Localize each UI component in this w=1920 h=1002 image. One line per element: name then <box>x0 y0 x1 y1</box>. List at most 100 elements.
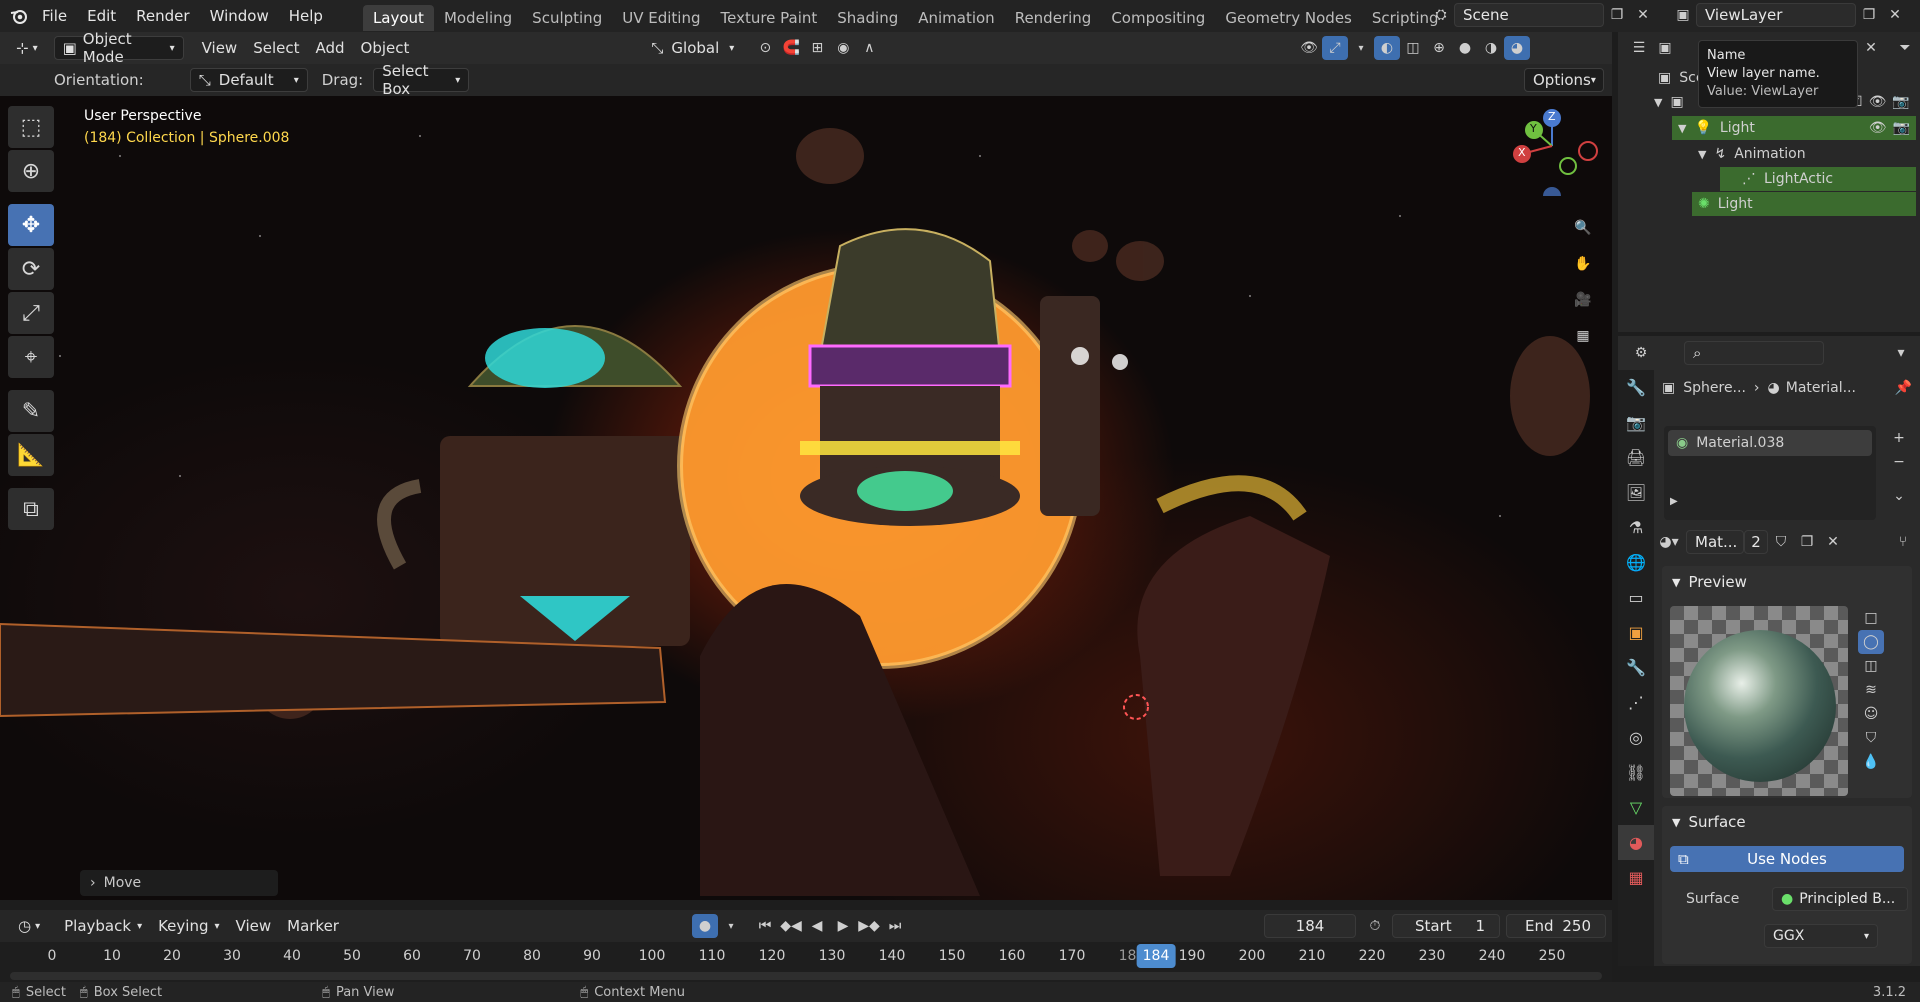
wireframe-shading-icon[interactable]: ⊕ <box>1426 36 1452 60</box>
tab-rendering[interactable]: Rendering <box>1005 5 1102 31</box>
play-reverse-icon[interactable]: ◀ <box>804 914 830 938</box>
properties-editor-icon[interactable]: ⚙ <box>1628 341 1654 365</box>
snap-icon[interactable]: 🧲 <box>778 36 804 60</box>
tab-shading[interactable]: Shading <box>827 5 908 31</box>
timeline-scrollbar[interactable] <box>10 972 1602 980</box>
transform-orientation-dropdown[interactable]: ⤡ Global ▾ <box>643 36 742 60</box>
marker-menu[interactable]: Marker <box>279 914 347 938</box>
modifier-tab-icon[interactable]: 🔧 <box>1618 650 1654 685</box>
menu-file[interactable]: File <box>32 0 77 32</box>
menu-window[interactable]: Window <box>200 0 279 32</box>
preview-sphere-icon[interactable]: ◯ <box>1858 630 1884 654</box>
world-tab-icon[interactable]: 🌐 <box>1618 545 1654 580</box>
object-menu[interactable]: Object <box>353 36 418 60</box>
xray-icon[interactable]: ◫ <box>1400 36 1426 60</box>
close-scene-icon[interactable]: ✕ <box>1630 3 1656 27</box>
view-menu[interactable]: View <box>194 36 246 60</box>
duplicate-material-icon[interactable]: ❐ <box>1794 530 1820 554</box>
mode-dropdown[interactable]: ▣ Object Mode ▾ <box>53 30 184 66</box>
unlink-material-icon[interactable]: ✕ <box>1820 530 1846 554</box>
add-slot-icon[interactable]: + <box>1886 426 1912 450</box>
solid-shading-icon[interactable]: ● <box>1452 36 1478 60</box>
stopwatch-icon[interactable]: ⏱ <box>1362 914 1388 938</box>
snap-increment-icon[interactable]: ⊞ <box>804 36 830 60</box>
properties-search-input[interactable]: ⌕ <box>1684 341 1824 365</box>
menu-edit[interactable]: Edit <box>77 0 126 32</box>
view-layer-tab-icon[interactable]: 🖼 <box>1618 475 1654 510</box>
copy-view-layer-icon[interactable]: ❐ <box>1856 3 1882 27</box>
playback-menu[interactable]: Playback ▾ <box>56 914 150 938</box>
preview-cloth-icon[interactable]: ⛉ <box>1858 726 1884 750</box>
3d-cursor[interactable] <box>1123 694 1149 720</box>
data-tab-icon[interactable]: ▽ <box>1618 790 1654 825</box>
overlay-toggle-icon[interactable]: ◐ <box>1374 36 1400 60</box>
render-icon[interactable]: 📷 <box>1893 120 1910 136</box>
eye-icon[interactable]: 👁 <box>1869 94 1887 110</box>
navigation-gizmo[interactable]: Z Y X <box>1500 96 1600 205</box>
prev-keyframe-icon[interactable]: ◆◀ <box>778 914 804 938</box>
tab-compositing[interactable]: Compositing <box>1101 5 1215 31</box>
tab-animation[interactable]: Animation <box>908 5 1004 31</box>
outliner-item-light-data[interactable]: ✺ Light <box>1692 192 1916 216</box>
jump-end-icon[interactable]: ⏭ <box>882 914 908 938</box>
pivot-point-icon[interactable]: ⊙ <box>752 36 778 60</box>
end-frame-field[interactable]: End 250 <box>1506 914 1606 938</box>
tab-sculpting[interactable]: Sculpting <box>522 5 612 31</box>
rendered-shading-icon[interactable]: ◕ <box>1504 36 1530 60</box>
tab-uv-editing[interactable]: UV Editing <box>612 5 710 31</box>
last-operator-panel[interactable]: › Move <box>80 870 278 896</box>
orientation-dropdown[interactable]: ⤡ Default ▾ <box>189 68 308 92</box>
scene-icon[interactable]: ⛭ <box>1428 3 1454 27</box>
eye-icon[interactable]: 👁 <box>1869 120 1887 136</box>
timeline-view-menu[interactable]: View <box>228 914 280 938</box>
options-dropdown[interactable]: Options ▾ <box>1524 68 1604 92</box>
add-menu[interactable]: Add <box>308 36 353 60</box>
outliner-item-animation[interactable]: ▼ ↯ Animation <box>1692 142 1916 166</box>
next-keyframe-icon[interactable]: ▶◆ <box>856 914 882 938</box>
browse-material-icon[interactable]: ◕▾ <box>1656 530 1682 554</box>
outliner-item-light[interactable]: ▼ 💡 Light 👁 📷 <box>1672 116 1916 140</box>
copy-scene-icon[interactable]: ❐ <box>1604 3 1630 27</box>
use-nodes-button[interactable]: ⧉ Use Nodes <box>1670 846 1904 872</box>
view-layer-icon[interactable]: ▣ <box>1670 3 1696 27</box>
falloff-icon[interactable]: ∧ <box>856 36 882 60</box>
menu-help[interactable]: Help <box>279 0 333 32</box>
particles-tab-icon[interactable]: ⋰ <box>1618 685 1654 720</box>
close-icon[interactable]: ✕ <box>1858 36 1884 60</box>
timeline-editor-type[interactable]: ◷ ▾ <box>10 914 48 938</box>
preview-flat-icon[interactable]: □ <box>1858 606 1884 630</box>
menu-render[interactable]: Render <box>126 0 199 32</box>
playhead-indicator[interactable]: 184 <box>1136 944 1176 968</box>
chevron-down-icon[interactable]: ▾ <box>1888 341 1914 365</box>
keying-menu[interactable]: Keying ▾ <box>150 914 227 938</box>
output-tab-icon[interactable]: 🖨 <box>1618 440 1654 475</box>
auto-keying-icon[interactable]: ● <box>692 914 718 938</box>
scene-name-field[interactable]: Scene <box>1454 3 1604 27</box>
texture-tab-icon[interactable]: ▦ <box>1618 860 1654 895</box>
render-tab-icon[interactable]: 📷 <box>1618 405 1654 440</box>
preview-hair-icon[interactable]: ≋ <box>1858 678 1884 702</box>
outliner-item-light-action[interactable]: ⋰ LightActic <box>1720 167 1916 191</box>
distribution-dropdown[interactable]: GGX ▾ <box>1764 924 1878 948</box>
drag-dropdown[interactable]: Select Box ▾ <box>373 62 470 98</box>
material-name-field[interactable]: Mat... <box>1686 530 1744 554</box>
surface-panel-header[interactable]: ▼ Surface <box>1662 806 1912 838</box>
keying-dropdown-icon[interactable]: ▾ <box>718 914 744 938</box>
visibility-icon[interactable]: 👁 <box>1296 36 1322 60</box>
measure-tool-icon[interactable]: 📐 <box>8 434 54 476</box>
remove-slot-icon[interactable]: − <box>1886 450 1912 474</box>
surface-shader-field[interactable]: ● Principled B... <box>1772 887 1908 911</box>
blender-logo-icon[interactable] <box>6 4 32 28</box>
tab-modeling[interactable]: Modeling <box>434 5 522 31</box>
material-tab-icon[interactable]: ◕ <box>1618 825 1654 860</box>
filter-icon[interactable]: ⏷ <box>1892 36 1918 60</box>
physics-tab-icon[interactable]: ◎ <box>1618 720 1654 755</box>
tab-layout[interactable]: Layout <box>362 4 434 31</box>
grid-toggle-icon[interactable]: ▦ <box>1570 318 1596 354</box>
zoom-icon[interactable]: 🔍 <box>1570 210 1596 246</box>
preview-fluid-icon[interactable]: 💧 <box>1858 750 1884 774</box>
gizmo-toggle-icon[interactable]: ⤢ <box>1322 36 1348 60</box>
slot-menu-icon[interactable]: ⌄ <box>1886 484 1912 508</box>
outliner-editor-icon[interactable]: ☰ <box>1626 36 1652 60</box>
view-layer-field[interactable]: ViewLayer <box>1696 3 1856 27</box>
